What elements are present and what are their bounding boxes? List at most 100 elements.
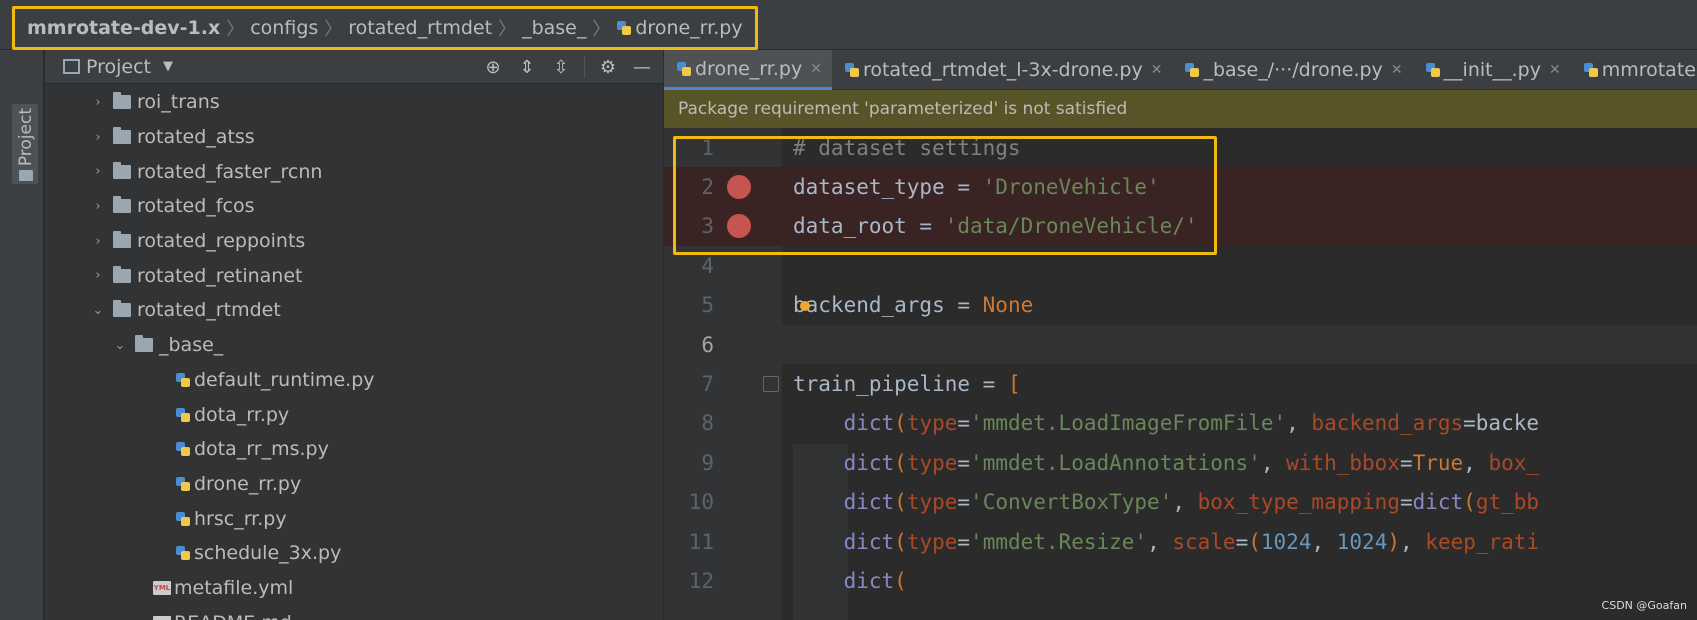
tree-item[interactable]: hrsc_rr.py bbox=[45, 501, 663, 536]
code-token: ( bbox=[1248, 529, 1261, 554]
editor-tab[interactable]: drone_rr.py ✕ bbox=[664, 50, 832, 90]
code-line[interactable]: 6 bbox=[664, 325, 1697, 365]
chevron-right-icon[interactable]: › bbox=[91, 95, 105, 110]
code-line[interactable]: 12 dict( bbox=[664, 561, 1697, 600]
code-line[interactable]: 7 train_pipeline = [ bbox=[664, 364, 1697, 403]
tree-item[interactable]: dota_rr_ms.py bbox=[45, 432, 663, 467]
tree-item[interactable]: › rotated_faster_rcnn bbox=[45, 154, 663, 189]
python-file-icon bbox=[175, 441, 191, 457]
python-file-icon bbox=[676, 61, 692, 77]
code-line[interactable]: 5 backend_args = None bbox=[664, 286, 1697, 325]
code-token: dict bbox=[843, 450, 895, 475]
code-token: dict bbox=[843, 411, 895, 436]
python-file-icon bbox=[175, 511, 191, 527]
minimize-icon[interactable]: — bbox=[631, 56, 653, 78]
breadcrumb-separator: 〉 bbox=[498, 19, 517, 40]
code-text: dict(type='ConvertBoxType', box_type_map… bbox=[793, 490, 1539, 514]
tree-item[interactable]: ⌄ _base_ bbox=[45, 328, 663, 363]
code-token: 'mmdet.LoadAnnotations' bbox=[970, 450, 1261, 475]
locate-file-icon[interactable]: ⊕ bbox=[482, 56, 504, 78]
tree-item[interactable]: schedule_3x.py bbox=[45, 536, 663, 571]
code-token: box_ bbox=[1488, 450, 1540, 475]
breadcrumb-item-file[interactable]: drone_rr.py bbox=[616, 17, 743, 39]
project-tree: › roi_trans › rotated_atss › rotated_faster_r… bbox=[45, 85, 663, 620]
gear-icon[interactable]: ⚙ bbox=[597, 56, 619, 78]
editor-tab-label: drone_rr.py bbox=[695, 57, 803, 80]
tool-window-strip: Project bbox=[0, 50, 44, 620]
code-token: dict bbox=[1412, 490, 1464, 515]
code-token: backend_args = bbox=[793, 293, 983, 318]
tree-item-label: dota_rr.py bbox=[194, 403, 290, 426]
tree-item[interactable]: MDREADME.md bbox=[45, 605, 663, 620]
code-token: 1024 bbox=[1336, 529, 1388, 554]
folder-icon bbox=[113, 127, 131, 145]
tree-item-label: roi_trans bbox=[137, 91, 220, 114]
tree-item[interactable]: drone_rr.py bbox=[45, 467, 663, 502]
tree-item[interactable]: ⌄ rotated_rtmdet bbox=[45, 293, 663, 328]
chevron-right-icon[interactable]: › bbox=[91, 268, 105, 283]
code-line[interactable]: 9 dict(type='mmdet.LoadAnnotations', wit… bbox=[664, 443, 1697, 482]
close-icon[interactable]: ✕ bbox=[1391, 62, 1403, 78]
code-token: None bbox=[982, 293, 1034, 318]
python-file-icon bbox=[1425, 62, 1441, 78]
breadcrumb-separator: 〉 bbox=[324, 19, 343, 40]
code-token: gt_bb bbox=[1475, 490, 1540, 515]
breadcrumb-item-configs[interactable]: configs bbox=[250, 17, 318, 39]
intention-bulb-icon[interactable] bbox=[800, 300, 810, 311]
code-token: = bbox=[957, 490, 971, 515]
python-file-icon bbox=[616, 20, 632, 36]
tree-item[interactable]: › rotated_retinanet bbox=[45, 258, 663, 293]
close-icon[interactable]: ✕ bbox=[1549, 62, 1561, 78]
editor-tab[interactable]: rotated_rtmdet_l-3x-drone.py ✕ bbox=[832, 50, 1173, 90]
chevron-right-icon[interactable]: › bbox=[91, 164, 105, 179]
tree-item[interactable]: › rotated_atss bbox=[45, 120, 663, 155]
chevron-down-icon[interactable]: ▼ bbox=[163, 59, 173, 74]
code-token: ( bbox=[894, 490, 907, 515]
editor-tab[interactable]: _base_/···/drone.py ✕ bbox=[1172, 50, 1412, 90]
tree-item[interactable]: › rotated_reppoints bbox=[45, 224, 663, 259]
line-number: 7 bbox=[701, 372, 714, 397]
code-token: with_bbox bbox=[1286, 450, 1400, 475]
collapse-all-icon[interactable]: ⇳ bbox=[550, 56, 572, 78]
tree-item[interactable]: › rotated_fcos bbox=[45, 189, 663, 224]
folder-icon bbox=[113, 161, 131, 179]
tree-item[interactable]: dota_rr.py bbox=[45, 397, 663, 432]
expand-all-icon[interactable]: ⇕ bbox=[516, 56, 538, 78]
code-text: backend_args = None bbox=[793, 293, 1033, 317]
fold-marker-icon[interactable] bbox=[763, 376, 779, 393]
chevron-down-icon[interactable]: ⌄ bbox=[113, 338, 127, 353]
tree-item[interactable]: YML metafile.yml bbox=[45, 571, 663, 606]
line-number: 4 bbox=[701, 253, 714, 278]
code-token: ( bbox=[1463, 490, 1476, 515]
tree-item[interactable]: › roi_trans bbox=[45, 85, 663, 120]
breadcrumb-item-project[interactable]: mmrotate-dev-1.x bbox=[27, 17, 220, 39]
code-token: = bbox=[1235, 529, 1249, 554]
project-view-icon bbox=[63, 59, 80, 74]
chevron-right-icon[interactable]: › bbox=[91, 130, 105, 145]
project-panel-title[interactable]: Project bbox=[86, 56, 151, 78]
line-number: 8 bbox=[701, 411, 714, 436]
tree-item[interactable]: default_runtime.py bbox=[45, 363, 663, 398]
code-text: dict(type='mmdet.Resize', scale=(1024, 1… bbox=[793, 529, 1540, 554]
code-line[interactable]: 10 dict(type='ConvertBoxType', box_type_… bbox=[664, 483, 1697, 522]
code-line[interactable]: 8 dict(type='mmdet.LoadImageFromFile', b… bbox=[664, 404, 1697, 443]
package-requirement-notice[interactable]: Package requirement 'parameterized' is n… bbox=[664, 90, 1697, 128]
watermark: CSDN @Goafan bbox=[1601, 599, 1687, 612]
close-icon[interactable]: ✕ bbox=[810, 61, 822, 77]
breadcrumb-item-rotated-rtmdet[interactable]: rotated_rtmdet bbox=[348, 17, 492, 39]
editor-tab[interactable]: mmrotate bbox=[1571, 50, 1697, 90]
close-icon[interactable]: ✕ bbox=[1151, 62, 1163, 78]
code-line[interactable]: 11 dict(type='mmdet.Resize', scale=(1024… bbox=[664, 522, 1697, 561]
chevron-right-icon[interactable]: › bbox=[91, 234, 105, 249]
editor-tab[interactable]: __init__.py ✕ bbox=[1413, 50, 1571, 90]
code-token: type bbox=[906, 450, 958, 475]
chevron-right-icon[interactable]: › bbox=[91, 199, 105, 214]
tree-item-label: drone_rr.py bbox=[194, 472, 302, 495]
breadcrumb-item-base[interactable]: _base_ bbox=[522, 17, 586, 39]
python-file-icon bbox=[175, 372, 191, 388]
folder-icon bbox=[113, 196, 131, 214]
markdown-file-icon: MD bbox=[153, 615, 171, 620]
chevron-down-icon[interactable]: ⌄ bbox=[91, 303, 105, 318]
